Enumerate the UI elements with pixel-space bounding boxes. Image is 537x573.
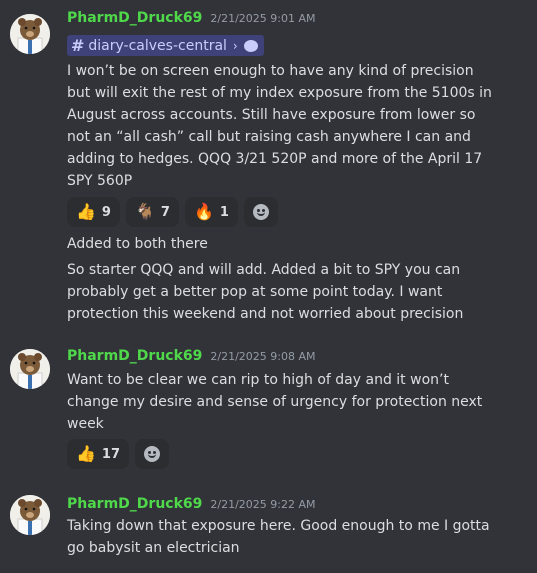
username[interactable]: PharmD_Druck69: [67, 10, 202, 26]
reaction-count: 7: [160, 204, 170, 220]
followup-text-line: So starter QQQ and will add. Added a bit…: [67, 262, 461, 278]
message-text-line: go babysit an electrician: [67, 540, 240, 556]
add-reaction-button[interactable]: [135, 439, 170, 469]
followup-text-line: Added to both there: [67, 236, 208, 252]
message-text-line: Want to be clear we can rip to high of d…: [67, 372, 449, 388]
reaction-thumbs-up[interactable]: 👍 17: [67, 439, 130, 469]
bear-doctor-avatar-icon: [10, 349, 50, 389]
reaction-count: 17: [101, 446, 121, 462]
channel-mention[interactable]: # diary-calves-central ›: [67, 35, 264, 56]
avatar[interactable]: [10, 495, 50, 535]
reaction-thumbs-up[interactable]: 👍 9: [67, 197, 120, 227]
timestamp: 2/21/2025 9:08 AM: [210, 350, 316, 363]
message-text-line: I won’t be on screen enough to have any …: [67, 63, 474, 79]
username[interactable]: PharmD_Druck69: [67, 348, 202, 364]
thread-bubble-icon: [243, 39, 258, 52]
timestamp: 2/21/2025 9:01 AM: [210, 12, 316, 25]
message-text-line: adding to hedges. QQQ 3/21 520P and more…: [67, 151, 483, 167]
message-text-line: week: [67, 416, 104, 432]
reaction-count: 9: [101, 204, 111, 220]
reactions-bar: 👍 17: [67, 439, 170, 469]
followup-text-line: probably get a better pop at some point …: [67, 284, 443, 300]
message-text-line: not an “all cash” call but raising cash …: [67, 129, 471, 145]
add-reaction-button[interactable]: [243, 197, 278, 227]
chevron-right-icon: ›: [232, 38, 238, 53]
thumbs-up-icon: 👍: [76, 202, 96, 221]
reaction-fire[interactable]: 🔥 1: [184, 197, 238, 227]
fire-icon: 🔥: [193, 202, 214, 221]
username[interactable]: PharmD_Druck69: [67, 496, 202, 512]
followup-text-line: protection this weekend and not worried …: [67, 306, 464, 322]
avatar[interactable]: [10, 349, 50, 389]
message-text-line: change my desire and sense of urgency fo…: [67, 394, 483, 410]
message-header: PharmD_Druck69 2/21/2025 9:08 AM: [67, 348, 316, 368]
channel-name: diary-calves-central: [88, 37, 227, 54]
timestamp: 2/21/2025 9:22 AM: [210, 498, 316, 511]
avatar[interactable]: [10, 14, 50, 54]
hash-icon: #: [71, 36, 85, 55]
message-text-line: but will exit the rest of my index expos…: [67, 85, 492, 101]
message-1: PharmD_Druck69 2/21/2025 9:01 AM # diary…: [0, 0, 537, 330]
message-3: PharmD_Druck69 2/21/2025 9:22 AM Taking …: [0, 486, 537, 573]
message-text-line: August across accounts. Still have expos…: [67, 107, 476, 123]
add-reaction-icon: [144, 446, 161, 462]
message-header: PharmD_Druck69 2/21/2025 9:01 AM: [67, 10, 316, 30]
message-text-line: SPY 560P: [67, 173, 133, 189]
reaction-goat[interactable]: 🐐 7: [125, 197, 179, 227]
message-text-line: Taking down that exposure here. Good eno…: [67, 518, 490, 534]
goat-icon: 🐐: [134, 202, 155, 221]
reaction-count: 1: [219, 204, 229, 220]
reactions-bar: 👍 9 🐐 7 🔥 1: [67, 197, 278, 227]
thumbs-up-icon: 👍: [76, 444, 96, 463]
message-2: PharmD_Druck69 2/21/2025 9:08 AM Want to…: [0, 340, 537, 470]
bear-doctor-avatar-icon: [10, 495, 50, 535]
add-reaction-icon: [252, 204, 269, 220]
message-header: PharmD_Druck69 2/21/2025 9:22 AM: [67, 496, 316, 516]
bear-doctor-avatar-icon: [10, 14, 50, 54]
